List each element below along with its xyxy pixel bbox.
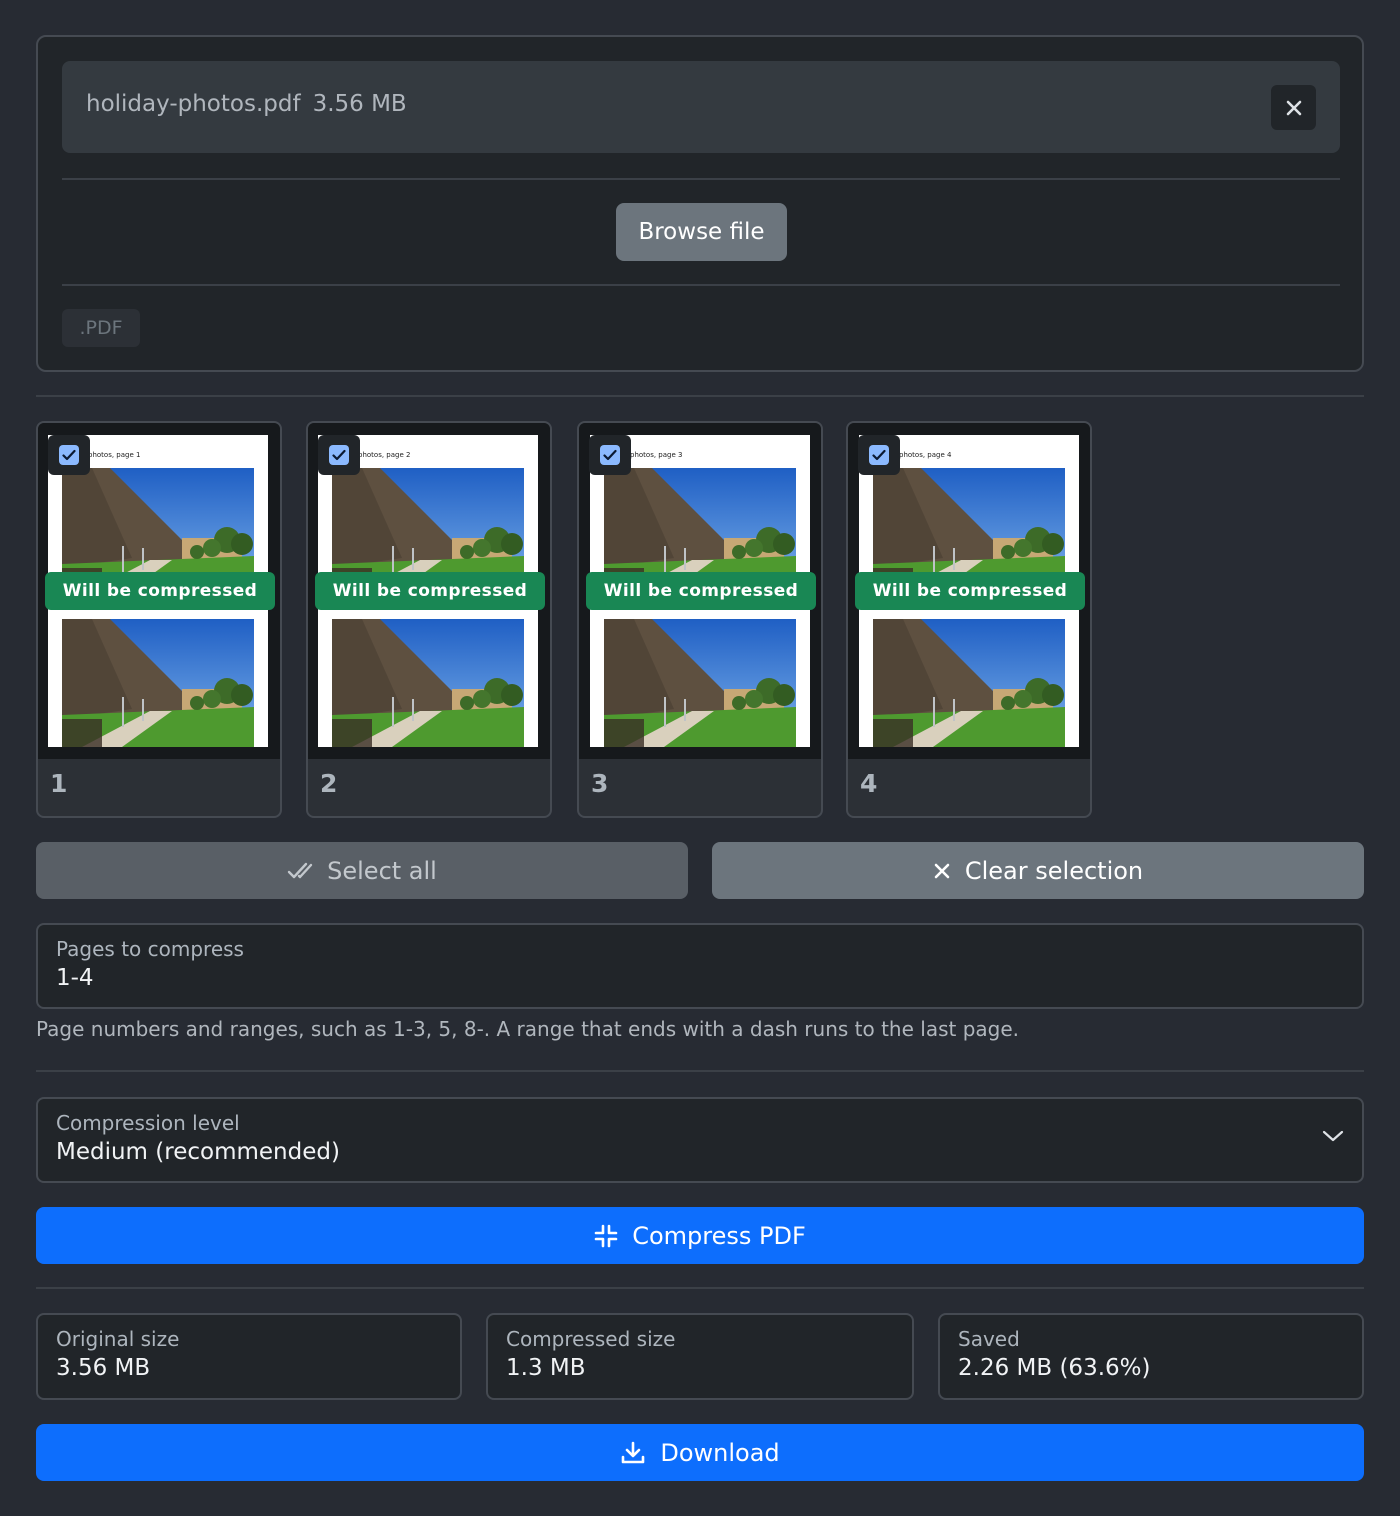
check-icon	[603, 449, 617, 461]
compression-status-badge: Will be compressed	[315, 572, 545, 610]
compression-status-badge: Will be compressed	[586, 572, 816, 610]
check-icon	[872, 449, 886, 461]
page-caption: photos, page 1	[88, 451, 141, 459]
compressed-size-stat: Compressed size 1.3 MB	[486, 1313, 914, 1400]
saved-stat: Saved 2.26 MB (63.6%)	[938, 1313, 1364, 1400]
compress-pdf-label: Compress PDF	[632, 1221, 806, 1250]
remove-file-button[interactable]	[1271, 85, 1316, 130]
page-photo-bottom	[604, 619, 796, 747]
saved-value: 2.26 MB (63.6%)	[958, 1355, 1151, 1381]
divider	[62, 178, 1340, 180]
divider	[36, 1287, 1364, 1289]
download-button[interactable]: Download	[36, 1424, 1364, 1481]
page-thumbnail[interactable]: photos, page 4 Will be compressed	[848, 423, 1090, 759]
upload-card: holiday-photos.pdf 3.56 MB Browse file .P…	[36, 35, 1364, 372]
page-checkbox[interactable]	[318, 435, 360, 475]
divider	[62, 284, 1340, 286]
divider	[36, 395, 1364, 397]
pages-input-value[interactable]: 1-4	[56, 965, 94, 991]
close-icon	[1286, 100, 1301, 115]
original-size-value: 3.56 MB	[56, 1355, 151, 1381]
file-name: holiday-photos.pdf	[86, 91, 301, 117]
checkbox-checked	[869, 445, 889, 465]
check-icon	[332, 449, 346, 461]
page-thumbnail[interactable]: photos, page 1 Will be compressed	[38, 423, 280, 759]
original-size-stat: Original size 3.56 MB	[36, 1313, 462, 1400]
page-caption: photos, page 4	[899, 451, 952, 459]
page-thumbnail[interactable]: photos, page 3 Will be compressed	[579, 423, 821, 759]
compression-status-badge: Will be compressed	[45, 572, 275, 610]
chevron-down-icon	[1322, 1130, 1344, 1142]
page-thumbnail[interactable]: photos, page 2 Will be compressed	[308, 423, 550, 759]
download-label: Download	[660, 1438, 780, 1467]
check-icon	[62, 449, 76, 461]
page-card-4[interactable]: photos, page 4 Will be compressed 4	[846, 421, 1092, 818]
file-info: holiday-photos.pdf 3.56 MB	[86, 91, 407, 117]
saved-label: Saved	[958, 1327, 1020, 1351]
compress-arrows-icon	[594, 1224, 618, 1247]
compression-level-label: Compression level	[56, 1111, 240, 1135]
selected-file-row: holiday-photos.pdf 3.56 MB	[62, 61, 1340, 153]
page-number: 2	[320, 769, 338, 798]
clear-selection-label: Clear selection	[964, 856, 1144, 885]
original-size-label: Original size	[56, 1327, 180, 1351]
select-all-label: Select all	[327, 856, 437, 885]
pages-help-text: Page numbers and ranges, such as 1-3, 5,…	[36, 1017, 1020, 1041]
x-icon	[934, 863, 950, 878]
page-photo-bottom	[332, 619, 524, 747]
compressed-size-label: Compressed size	[506, 1327, 676, 1351]
page-checkbox[interactable]	[589, 435, 631, 475]
page-photo-bottom	[62, 619, 254, 747]
page-card-3[interactable]: photos, page 3 Will be compressed 3	[577, 421, 823, 818]
accepted-type-badge: .PDF	[62, 309, 140, 347]
page-card-1[interactable]: photos, page 1 Will be compressed 1	[36, 421, 282, 818]
compressed-size-value: 1.3 MB	[506, 1355, 586, 1381]
pages-input-label: Pages to compress	[56, 937, 244, 961]
browse-file-button[interactable]: Browse file	[616, 203, 787, 261]
select-all-button[interactable]: Select all	[36, 842, 688, 899]
page-number: 3	[591, 769, 609, 798]
compression-level-value: Medium (recommended)	[56, 1139, 340, 1165]
checkbox-checked	[329, 445, 349, 465]
divider	[36, 1070, 1364, 1072]
page-caption: photos, page 2	[358, 451, 411, 459]
pages-input[interactable]: Pages to compress 1-4	[36, 923, 1364, 1009]
page-caption: photos, page 3	[630, 451, 683, 459]
page-number: 4	[860, 769, 878, 798]
page-number: 1	[50, 769, 68, 798]
compression-status-badge: Will be compressed	[855, 572, 1085, 610]
download-icon	[622, 1441, 645, 1463]
clear-selection-button[interactable]: Clear selection	[712, 842, 1364, 899]
page-checkbox[interactable]	[48, 435, 90, 475]
compress-pdf-button[interactable]: Compress PDF	[36, 1207, 1364, 1264]
double-check-icon	[287, 862, 313, 878]
page-checkbox[interactable]	[858, 435, 900, 475]
compression-level-select[interactable]: Compression level Medium (recommended)	[36, 1097, 1364, 1183]
checkbox-checked	[59, 445, 79, 465]
checkbox-checked	[600, 445, 620, 465]
page-card-2[interactable]: photos, page 2 Will be compressed 2	[306, 421, 552, 818]
page-photo-bottom	[873, 619, 1065, 747]
file-size: 3.56 MB	[312, 91, 407, 117]
